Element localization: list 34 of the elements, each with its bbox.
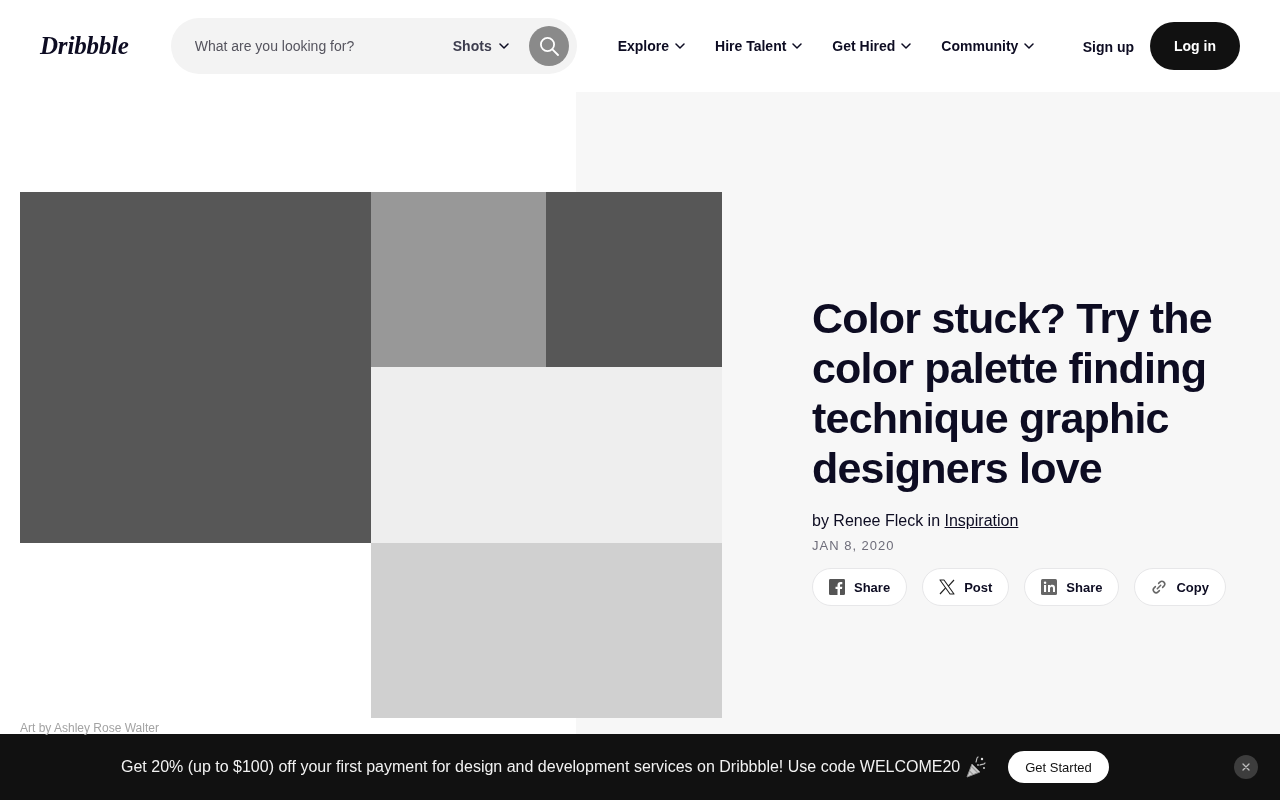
close-button[interactable]	[1234, 755, 1258, 779]
image-caption: Art by Ashley Rose Walter	[20, 721, 159, 735]
category-link[interactable]: Inspiration	[944, 512, 1019, 529]
facebook-icon	[829, 579, 845, 595]
linkedin-share-button[interactable]: Share	[1024, 568, 1120, 606]
nav-menu-item[interactable]: Explore	[617, 38, 686, 54]
nav-menu-item[interactable]: Hire Talent	[715, 38, 803, 54]
search-button[interactable]	[528, 26, 569, 66]
get-started-button[interactable]: Get Started	[1008, 751, 1109, 783]
log-in-button[interactable]: Log in	[1150, 22, 1240, 70]
chevron-down-icon	[498, 43, 509, 49]
chevron-down-icon	[792, 43, 803, 49]
promo-text: Get 20% (up to $100) off your first payment for design and development services on Dribbble! Use code WELCOME20	[121, 757, 961, 777]
x-post-button[interactable]: Post	[922, 568, 1010, 606]
nav-menu-item[interactable]: Community	[941, 38, 1035, 54]
link-icon	[1151, 579, 1168, 595]
search-input[interactable]: What are you looking for?	[194, 36, 453, 56]
article-title: Color stuck? Try the color palette finding technique graphic designers love	[812, 293, 1213, 493]
close-icon	[1242, 763, 1250, 771]
scope-dropdown[interactable]: Shots	[452, 38, 509, 54]
party-popper-icon	[966, 756, 987, 778]
linkedin-icon	[1041, 579, 1058, 595]
facebook-share-button[interactable]: Share	[812, 568, 908, 606]
byline: by Renee Fleck in Inspiration	[812, 511, 1020, 531]
dribbble-logo[interactable]: Dribbble	[40, 31, 129, 61]
sign-up-link[interactable]: Sign up	[1082, 37, 1134, 55]
nav-menu-item[interactable]: Get Hired	[832, 38, 912, 54]
search-icon	[538, 36, 559, 56]
chevron-down-icon	[901, 43, 912, 49]
x-logo-icon	[939, 579, 956, 595]
chevron-down-icon	[1024, 43, 1035, 49]
chevron-down-icon	[675, 43, 686, 49]
copy-link-button[interactable]: Copy	[1134, 568, 1226, 606]
publish-date: JAN 8, 2020	[812, 538, 896, 554]
